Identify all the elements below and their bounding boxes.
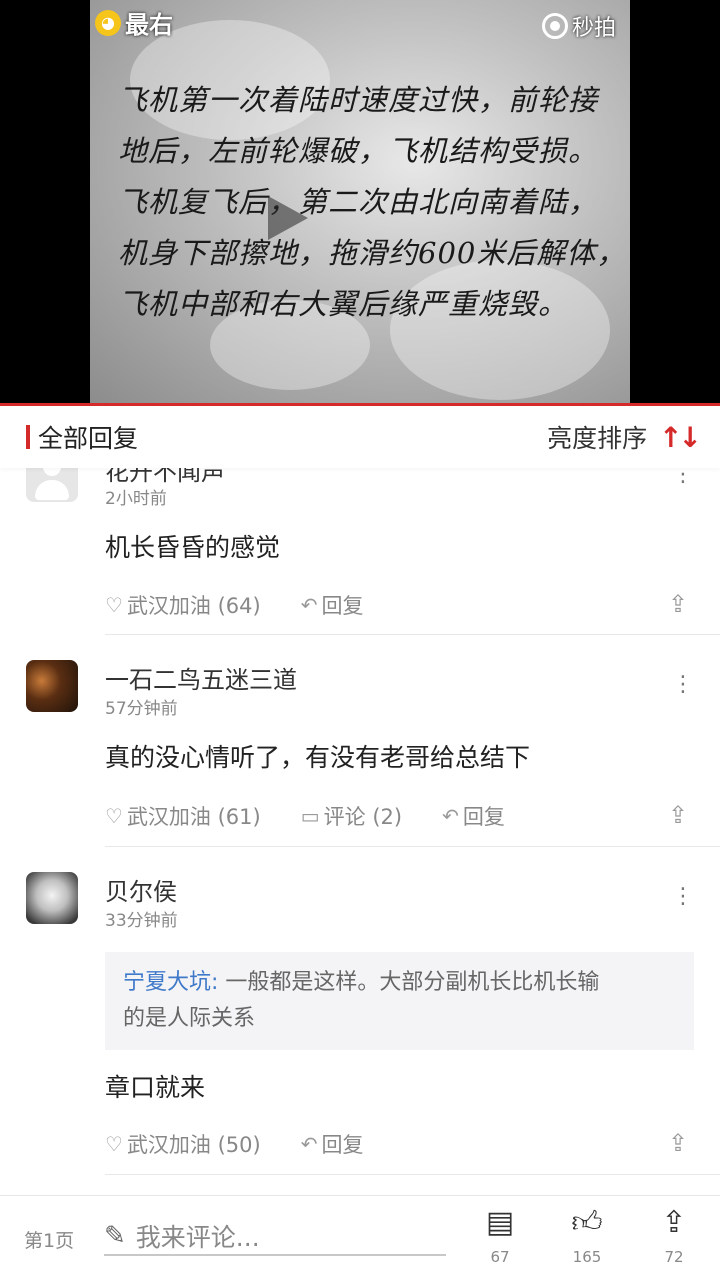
comments-count: 67: [490, 1248, 510, 1266]
reply-button[interactable]: ↶ 回复: [301, 590, 364, 620]
comment-input-placeholder: 我来评论...: [135, 1223, 260, 1252]
share-icon[interactable]: ⇪: [668, 590, 688, 618]
quoted-text: 一般都是这样。大部分副机长比机长输: [218, 970, 600, 995]
comments-button[interactable]: ▤ 67: [470, 1205, 530, 1267]
like-button[interactable]: ♡ 武汉加油 (61): [105, 801, 261, 831]
avatar[interactable]: [26, 468, 78, 502]
bottom-bar: 第1页 ✎ 我来评论... ▤ 67 👍︎ 165 ⇪ 72: [0, 1195, 720, 1280]
subtitle-line: 飞机复飞后，第二次由北向南着陆，: [118, 185, 599, 219]
timestamp: 2小时前: [105, 489, 167, 509]
header-accent-bar: [26, 425, 30, 449]
comment-actions: ♡ 武汉加油 (61) ▭ 评论 (2) ↶ 回复: [105, 801, 545, 831]
like-button[interactable]: ♡ 武汉加油 (64): [105, 590, 261, 620]
comment-list[interactable]: 花开不闻声 2小时前 ⋮ 机长昏昏的感觉 ♡ 武汉加油 (64) ↶ 回复 ⇪ …: [0, 468, 720, 1195]
share-icon: ⇪: [661, 1205, 687, 1240]
comment-text: 机长昏昏的感觉: [105, 533, 281, 562]
timestamp: 33分钟前: [105, 911, 178, 931]
miaopai-logo-icon: [542, 13, 568, 39]
username[interactable]: 贝尔侯: [105, 872, 177, 907]
comment-input[interactable]: ✎ 我来评论...: [104, 1218, 446, 1256]
like-post-button[interactable]: 👍︎ 165: [557, 1205, 617, 1267]
reply-header: 全部回复 亮度排序 ↑↓: [0, 406, 720, 468]
all-replies-title: 全部回复: [38, 424, 139, 453]
like-icon: ♡: [105, 593, 123, 617]
comment-icon: ▭: [300, 804, 320, 828]
shares-count: 72: [664, 1248, 684, 1266]
zuiyou-logo: ◕ 最右: [95, 5, 173, 40]
reply-icon: ↶: [300, 1132, 318, 1156]
reply-icon: ↶: [442, 804, 459, 828]
like-icon: ♡: [105, 1132, 123, 1156]
subtitle-line: 机身下部擦地，拖滑约600米后解体，: [118, 236, 627, 270]
page-indicator[interactable]: 第1页: [24, 1226, 74, 1253]
avatar[interactable]: [26, 872, 78, 924]
sort-label: 亮度排序: [547, 424, 648, 453]
avatar[interactable]: [26, 660, 78, 712]
likes-count: 165: [572, 1248, 602, 1266]
sort-arrows-icon: ↑↓: [659, 420, 702, 454]
zuiyou-logo-icon: ◕: [95, 9, 121, 36]
like-button[interactable]: ♡ 武汉加油 (50): [105, 1129, 261, 1159]
video-subtitle: 飞机第一次着陆时速度过快，前轮接 地后，左前轮爆破，飞机结构受损。 飞机复飞后，…: [118, 75, 627, 330]
comment-text: 章口就来: [105, 1073, 206, 1102]
play-icon[interactable]: [268, 196, 308, 240]
share-icon[interactable]: ⇪: [668, 1129, 688, 1157]
comment-button[interactable]: ▭ 评论 (2): [301, 801, 402, 831]
username[interactable]: 一石二鸟五迷三道: [105, 660, 297, 695]
quoted-username[interactable]: 宁夏大坑:: [123, 970, 218, 995]
quoted-comment[interactable]: 宁夏大坑: 一般都是这样。大部分副机长比机长输 的是人际关系: [105, 952, 694, 1050]
divider: [105, 634, 720, 635]
like-icon: ♡: [105, 804, 123, 828]
more-options-icon[interactable]: ⋮: [672, 468, 694, 486]
share-icon[interactable]: ⇪: [668, 801, 688, 829]
more-options-icon[interactable]: ⋮: [672, 886, 694, 908]
subtitle-line: 地后，左前轮爆破，飞机结构受损。: [118, 134, 599, 168]
quoted-text: 的是人际关系: [123, 1006, 256, 1031]
sort-button[interactable]: 亮度排序 ↑↓: [547, 419, 702, 455]
subtitle-line: 飞机第一次着陆时速度过快，前轮接: [118, 83, 599, 117]
miaopai-logo: 秒拍: [542, 10, 616, 42]
timestamp: 57分钟前: [105, 699, 178, 719]
divider: [105, 846, 720, 847]
subtitle-line: 飞机中部和右大翼后缘严重烧毁。: [118, 287, 569, 321]
more-options-icon[interactable]: ⋮: [672, 674, 694, 696]
divider: [105, 1174, 720, 1175]
reply-button[interactable]: ↶ 回复: [301, 1129, 364, 1159]
video-frame[interactable]: 飞机第一次着陆时速度过快，前轮接 地后，左前轮爆破，飞机结构受损。 飞机复飞后，…: [90, 0, 630, 403]
comment-actions: ♡ 武汉加油 (64) ↶ 回复: [105, 590, 404, 620]
reply-button[interactable]: ↶ 回复: [442, 801, 505, 831]
comment-actions: ♡ 武汉加油 (50) ↶ 回复: [105, 1129, 404, 1159]
comment-text: 真的没心情听了，有没有老哥给总结下: [105, 743, 531, 772]
share-post-button[interactable]: ⇪ 72: [644, 1205, 704, 1267]
comment-bubble-icon: ▤: [485, 1205, 515, 1240]
pencil-icon: ✎: [104, 1221, 126, 1251]
reply-icon: ↶: [300, 593, 318, 617]
video-player[interactable]: 飞机第一次着陆时速度过快，前轮接 地后，左前轮爆破，飞机结构受损。 飞机复飞后，…: [0, 0, 720, 403]
thumbs-up-icon: 👍︎: [571, 1205, 603, 1240]
